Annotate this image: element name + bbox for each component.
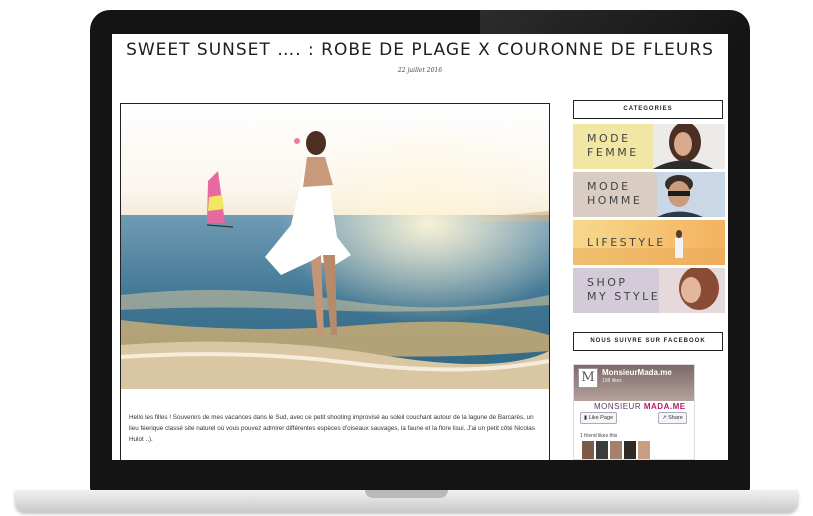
- category-lifestyle[interactable]: LIFESTYLE: [573, 220, 725, 265]
- friend-avatar[interactable]: [624, 441, 636, 459]
- laptop-screen: SWEET SUNSET …. : ROBE DE PLAGE X COURON…: [112, 34, 728, 460]
- facebook-widget[interactable]: M MonsieurMada.me 198 likes MONSIEUR MAD…: [573, 364, 695, 460]
- friends-likes-text: 1 friend likes this: [580, 433, 618, 439]
- friend-avatar[interactable]: [638, 441, 650, 459]
- post-image[interactable]: [121, 105, 549, 389]
- categories-heading: CATEGORIES: [573, 100, 723, 119]
- friend-avatar[interactable]: [610, 441, 622, 459]
- category-mode-femme[interactable]: MODE FEMME: [573, 124, 725, 169]
- share-icon: ↗: [662, 415, 667, 421]
- laptop-notch: [365, 490, 448, 498]
- category-label: LIFESTYLE: [587, 236, 666, 249]
- post-date: 22 juillet 2016: [397, 67, 443, 74]
- category-label: MODE HOMME: [587, 180, 643, 207]
- facebook-page-name[interactable]: MonsieurMada.me: [602, 368, 672, 377]
- share-button[interactable]: ↗ Share: [658, 412, 687, 424]
- category-label: SHOP MY STYLE: [587, 276, 661, 303]
- like-icon: ▮: [584, 415, 588, 421]
- facebook-heading: NOUS SUIVRE SUR FACEBOOK: [573, 332, 723, 351]
- post-title[interactable]: SWEET SUNSET …. : ROBE DE PLAGE X COURON…: [112, 40, 728, 60]
- beach-photo: [121, 105, 549, 389]
- category-mode-homme[interactable]: MODE HOMME: [573, 172, 725, 217]
- friend-avatar[interactable]: [582, 441, 594, 459]
- category-label: MODE FEMME: [587, 132, 639, 159]
- like-page-button[interactable]: ▮ Like Page: [580, 412, 618, 424]
- friend-avatar[interactable]: [596, 441, 608, 459]
- category-shop-my-style[interactable]: SHOP MY STYLE: [573, 268, 725, 313]
- page-logo-icon: M: [578, 368, 598, 388]
- facebook-likes: 198 likes: [602, 378, 622, 384]
- facebook-brand: MONSIEUR MADA.ME: [594, 402, 686, 411]
- post-excerpt: Hello les filles ! Souvenirs de mes vaca…: [129, 414, 535, 443]
